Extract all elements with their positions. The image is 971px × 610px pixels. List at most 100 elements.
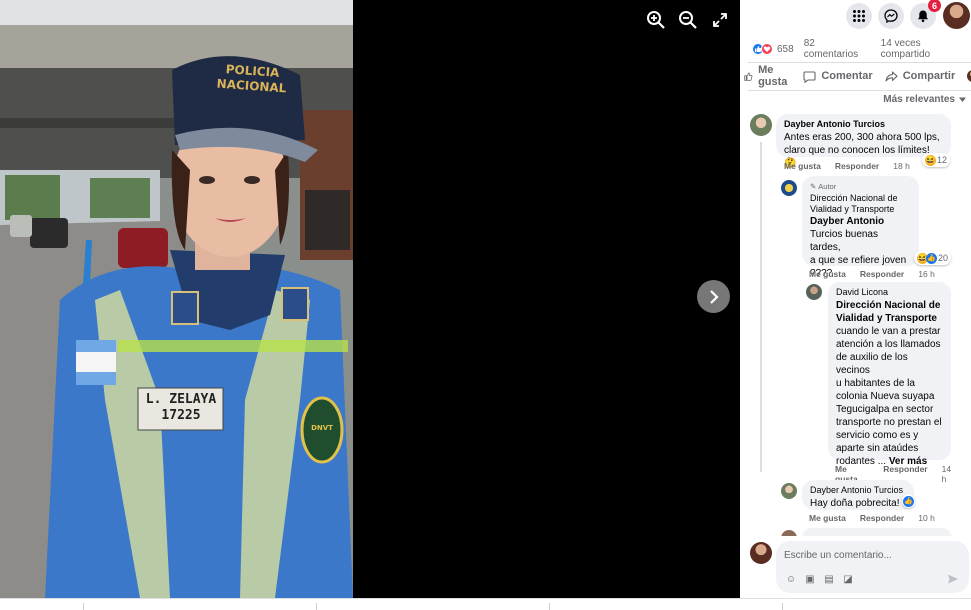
avatar[interactable] — [781, 530, 797, 536]
sort-label: Más relevantes — [883, 94, 955, 105]
page-avatar[interactable] — [781, 180, 797, 196]
comment-like-link[interactable]: Me gusta — [809, 513, 846, 523]
comment-author[interactable]: Vialidad y Transporte — [810, 204, 911, 215]
comment-like-link[interactable]: Me gusta — [809, 269, 846, 279]
comment-time[interactable]: 18 h — [893, 161, 910, 171]
comment-bubble: ✎ Autor Dirección Nacional de Vialidad y… — [802, 176, 919, 279]
reaction-icons[interactable] — [752, 43, 773, 55]
gif-icon[interactable]: ▤ — [822, 572, 836, 586]
comment-text: Antes eras 200, 300 ahora 500 lps, — [784, 132, 940, 143]
sticker-icon[interactable]: ◪ — [841, 572, 855, 586]
fullscreen-icon[interactable] — [710, 10, 730, 30]
menu-grid-icon[interactable] — [846, 3, 872, 29]
divider — [782, 603, 783, 610]
avatar[interactable] — [750, 114, 772, 136]
mention-link[interactable]: Vialidad y Transporte — [836, 312, 943, 325]
emoji-icon[interactable]: ☺ — [784, 572, 798, 586]
comment-label: Comentar — [821, 70, 873, 82]
comment-actions: Me gusta Responder 18 h — [784, 161, 924, 171]
avatar[interactable] — [781, 483, 797, 499]
comment-text: de auxilio de los vecinos — [836, 352, 908, 376]
comment-sort-dropdown[interactable]: Más relevantes — [883, 94, 967, 105]
comment-text: atención a los llamados — [836, 339, 941, 350]
composer-tools: ☺ ▣ ▤ ◪ — [784, 572, 860, 586]
like-reaction-icon: 👍 — [903, 495, 914, 507]
comment-bubble: Dayber Antonio Turcios Antes eras 200, 3… — [776, 114, 951, 169]
comment-author[interactable]: David Licona — [836, 286, 943, 299]
user-avatar[interactable] — [943, 2, 970, 29]
comment-button[interactable]: Comentar — [803, 70, 873, 83]
comment-reply-link[interactable]: Responder — [860, 513, 904, 523]
thread-line — [760, 142, 762, 472]
comment-bubble: Dayber Antonio Turcios Hay doña pobrecit… — [802, 480, 914, 510]
camera-icon[interactable]: ▣ — [803, 572, 817, 586]
comment-input-placeholder: Escribe un comentario... — [784, 550, 892, 561]
comment-text: Turcios buenas tardes, — [810, 229, 878, 253]
thumbs-up-icon — [744, 72, 753, 81]
comment-time[interactable]: 10 h — [918, 513, 935, 523]
name-tag-text: L. ZELAYA 17225 — [145, 392, 217, 423]
post-stats: 658 82 comentarios 14 veces compartido — [740, 38, 971, 60]
comment-bubble: David Licona Dirección Nacional de Viali… — [828, 282, 951, 467]
mention-link[interactable]: Dirección Nacional de — [836, 299, 943, 312]
comment-author[interactable]: Dayber Antonio Turcios — [810, 484, 906, 497]
like-button[interactable]: Me gusta — [744, 64, 791, 88]
comment-text: Hay doña pobrecita! — [810, 498, 900, 509]
comment-text: transporte no prestan el — [836, 417, 942, 428]
post-actions: Me gusta Comentar Compartir — [740, 64, 971, 88]
send-icon[interactable] — [947, 573, 959, 585]
reaction-badge[interactable]: 👍 — [902, 494, 915, 508]
comment-text: Tegucigalpa en sector — [836, 404, 934, 415]
comment-time[interactable]: 14 h — [942, 464, 957, 484]
comment-reply-link[interactable]: Responder — [835, 161, 879, 171]
shares-count[interactable]: 14 veces compartido — [881, 38, 971, 60]
share-button[interactable]: Compartir — [885, 70, 956, 83]
comment-input[interactable]: Escribe un comentario... ☺ ▣ ▤ ◪ — [776, 541, 969, 593]
divider — [549, 603, 550, 610]
notifications-bell-icon[interactable]: 6 — [910, 0, 941, 29]
like-label: Me gusta — [758, 64, 788, 88]
zoom-out-icon[interactable] — [678, 10, 698, 30]
comment-like-link[interactable]: Me gusta — [784, 161, 821, 171]
comments-list: Dayber Antonio Turcios Antes eras 200, 3… — [740, 110, 971, 536]
comment-icon — [803, 70, 816, 83]
reactions-count[interactable]: 658 — [777, 44, 794, 55]
comment-time[interactable]: 16 h — [918, 269, 935, 279]
next-photo-button[interactable] — [697, 280, 730, 313]
react-as-selector[interactable] — [967, 70, 971, 82]
divider — [748, 90, 971, 91]
comment-text: servicio como es y — [836, 430, 919, 441]
zoom-in-icon[interactable] — [646, 10, 666, 30]
comments-count[interactable]: 82 comentarios — [804, 38, 871, 60]
messenger-icon[interactable] — [878, 3, 904, 29]
comment-author[interactable]: Dirección Nacional de — [810, 193, 911, 204]
post-photo[interactable]: POLICIA NACIONAL L. ZELAYA 17225 DNVT — [0, 0, 353, 598]
comment-actions: Me gusta Responder 16 h — [809, 269, 949, 279]
composer-avatar[interactable] — [750, 542, 772, 564]
comment-text: cuando le van a prestar — [836, 326, 941, 337]
divider — [748, 62, 971, 63]
media-viewer: POLICIA NACIONAL L. ZELAYA 17225 DNVT — [0, 0, 740, 598]
divider — [83, 603, 84, 610]
caret-down-icon — [959, 97, 966, 102]
comment-text: colonia Nueva suyapa — [836, 391, 935, 402]
comment-reply-link[interactable]: Responder — [860, 269, 904, 279]
mention-link[interactable]: Dayber Antonio — [810, 215, 911, 228]
comment-author[interactable]: Dayber Antonio Turcios — [784, 118, 943, 131]
post-side-panel: 6 658 82 comentarios 14 veces compartido… — [740, 0, 971, 598]
notification-count-badge: 6 — [928, 0, 941, 12]
reaction-count-badge[interactable]: 😆 12 — [922, 153, 951, 167]
share-label: Compartir — [902, 70, 956, 82]
avatar[interactable] — [806, 284, 822, 300]
chevron-right-icon — [709, 289, 719, 304]
badge-text: DNVT — [311, 424, 333, 432]
comment-text: aparte sin ataúdes — [836, 443, 919, 454]
top-navbar: 6 — [740, 0, 971, 32]
comment-text: u habitantes de la — [836, 378, 915, 389]
comment-composer: Escribe un comentario... ☺ ▣ ▤ ◪ — [740, 538, 971, 596]
comment-bubble-partial — [802, 528, 952, 536]
cap-text: POLICIA NACIONAL — [216, 62, 287, 96]
bottom-bar — [0, 598, 971, 610]
like-reaction-icon: 👍 — [926, 252, 937, 264]
reaction-count-badge[interactable]: 😆 👍 20 — [914, 251, 952, 265]
